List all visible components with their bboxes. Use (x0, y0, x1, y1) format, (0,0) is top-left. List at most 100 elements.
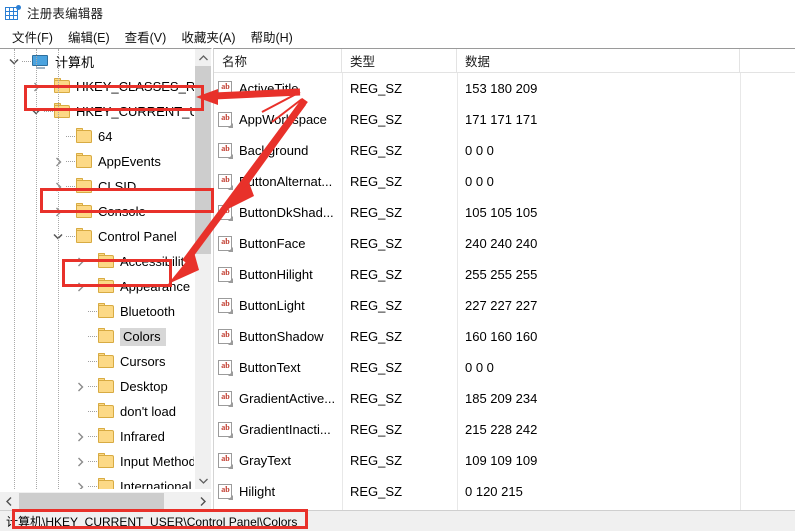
tree-scroll-thumb[interactable] (195, 66, 211, 254)
value-name-cell: ab ButtonHilight (214, 259, 342, 290)
registry-value-row[interactable]: ab ActiveTitle REG_SZ 153 180 209 (214, 73, 795, 104)
value-data: 0 0 0 (465, 143, 494, 158)
folder-icon (76, 177, 93, 194)
menu-help[interactable]: 帮助(H) (244, 25, 301, 48)
column-header-name[interactable]: 名称 (214, 49, 342, 73)
chevron-right-icon[interactable] (72, 274, 88, 299)
registry-value-row[interactable]: ab ButtonShadow REG_SZ 160 160 160 (214, 321, 795, 352)
tree-node-label: don't load (120, 404, 176, 419)
menu-file[interactable]: 文件(F) (6, 25, 62, 48)
value-name: ButtonAlternat... (239, 174, 333, 189)
value-type-cell: REG_SZ (342, 383, 457, 414)
value-name-cell: ab ButtonText (214, 352, 342, 383)
tree-vertical-scrollbar[interactable] (194, 49, 211, 489)
folder-icon (98, 402, 115, 419)
tree-node-desktop[interactable]: Desktop (0, 374, 195, 399)
registry-value-row[interactable]: ab GradientActive... REG_SZ 185 209 234 (214, 383, 795, 414)
tree-node-[interactable]: 计算机 (0, 49, 195, 74)
registry-value-row[interactable]: ab ButtonLight REG_SZ 227 227 227 (214, 290, 795, 321)
tree-horizontal-scrollbar[interactable] (0, 492, 211, 510)
value-name: AppWorkspace (239, 112, 327, 127)
column-header-type[interactable]: 类型 (342, 49, 457, 73)
tree-node-appevents[interactable]: AppEvents (0, 149, 195, 174)
tree-node-control-panel[interactable]: Control Panel (0, 224, 195, 249)
chevron-right-icon[interactable] (72, 474, 88, 489)
tree-connector (88, 249, 98, 274)
string-value-icon: ab (218, 111, 233, 128)
registry-value-row[interactable]: ab GradientInacti... REG_SZ 215 228 242 (214, 414, 795, 445)
string-value-icon: ab (218, 421, 233, 438)
chevron-right-icon[interactable] (72, 449, 88, 474)
tree-scroll-left-button[interactable] (0, 492, 18, 510)
registry-value-row[interactable]: ab ButtonDkShad... REG_SZ 105 105 105 (214, 197, 795, 228)
tree-node-hkey-current-user[interactable]: HKEY_CURRENT_USER (0, 99, 195, 124)
tree-connector (22, 49, 32, 74)
value-name: Background (239, 143, 309, 158)
column-header-data[interactable]: 数据 (457, 49, 740, 73)
menu-bar: 文件(F) 编辑(E) 查看(V) 收藏夹(A) 帮助(H) (0, 25, 795, 48)
folder-icon (98, 277, 115, 294)
value-name: ButtonDkShad... (239, 205, 334, 220)
registry-value-row[interactable]: ab ButtonFace REG_SZ 240 240 240 (214, 228, 795, 259)
value-data-cell: 0 0 0 (457, 352, 740, 383)
tree-node-label: 64 (98, 129, 113, 144)
value-name-cell: ab ButtonDkShad... (214, 197, 342, 228)
tree-connector (88, 299, 98, 324)
chevron-right-icon[interactable] (72, 424, 88, 449)
registry-value-row[interactable]: ab AppWorkspace REG_SZ 171 171 171 (214, 104, 795, 135)
registry-value-row[interactable]: ab ButtonHilight REG_SZ 255 255 255 (214, 259, 795, 290)
tree-node-input-method[interactable]: Input Method (0, 449, 195, 474)
tree-node-don-t-load[interactable]: don't load (0, 399, 195, 424)
value-type-cell: REG_SZ (342, 259, 457, 290)
tree-node-appearance[interactable]: Appearance (0, 274, 195, 299)
value-data: 255 255 255 (465, 267, 538, 282)
menu-favorites[interactable]: 收藏夹(A) (175, 25, 244, 48)
tree-node-console[interactable]: Console (0, 199, 195, 224)
chevron-right-icon[interactable] (72, 374, 88, 399)
registry-value-row[interactable]: ab ButtonAlternat... REG_SZ 0 0 0 (214, 166, 795, 197)
tree-scroll-down-button[interactable] (195, 472, 211, 489)
title-bar: 注册表编辑器 (0, 0, 795, 25)
registry-tree-panel: 计算机 HKEY_CLASSES_ROOT HKEY_CURRENT_USER 64 A… (0, 48, 212, 510)
string-value-icon: ab (218, 452, 233, 469)
registry-value-row[interactable]: ab GrayText REG_SZ 109 109 109 (214, 445, 795, 476)
tree-node-label: Infrared (120, 429, 165, 444)
tree-connector (88, 449, 98, 474)
tree-node-accessibility[interactable]: Accessibility (0, 249, 195, 274)
string-value-icon: ab (218, 297, 233, 314)
registry-value-row[interactable]: ab ButtonText REG_SZ 0 0 0 (214, 352, 795, 383)
registry-value-row[interactable]: ab Background REG_SZ 0 0 0 (214, 135, 795, 166)
tree-node-hkey-classes-root[interactable]: HKEY_CLASSES_ROOT (0, 74, 195, 99)
registry-value-row[interactable]: ab Hilight REG_SZ 0 120 215 (214, 476, 795, 507)
menu-edit[interactable]: 编辑(E) (62, 25, 119, 48)
tree-node-cursors[interactable]: Cursors (0, 349, 195, 374)
tree-connector (66, 124, 76, 149)
value-name: ButtonShadow (239, 329, 324, 344)
value-name-cell: ab AppWorkspace (214, 104, 342, 135)
tree-connector (66, 199, 76, 224)
tree-hscroll-thumb[interactable] (19, 493, 164, 509)
tree-node-64[interactable]: 64 (0, 124, 195, 149)
tree-node-label: International (120, 479, 192, 489)
string-value-icon: ab (218, 328, 233, 345)
value-type: REG_SZ (350, 143, 403, 158)
value-data: 171 171 171 (465, 112, 538, 127)
value-data-cell: 160 160 160 (457, 321, 740, 352)
tree-scroll-right-button[interactable] (194, 492, 211, 510)
tree-node-bluetooth[interactable]: Bluetooth (0, 299, 195, 324)
menu-view[interactable]: 查看(V) (119, 25, 176, 48)
tree-node-infrared[interactable]: Infrared (0, 424, 195, 449)
status-bar: 计算机\HKEY_CURRENT_USER\Control Panel\Colo… (0, 510, 795, 531)
value-name-cell: ab Hilight (214, 476, 342, 507)
tree-node-colors[interactable]: Colors (0, 324, 195, 349)
tree-node-label: Colors (120, 327, 166, 346)
value-name-cell: ab ButtonAlternat... (214, 166, 342, 197)
value-data: 240 240 240 (465, 236, 538, 251)
tree-node-clsid[interactable]: CLSID (0, 174, 195, 199)
value-data-cell: 0 0 0 (457, 135, 740, 166)
tree-scroll-up-button[interactable] (195, 49, 211, 66)
tree-connector (88, 424, 98, 449)
tree-node-label: HKEY_CURRENT_USER (76, 104, 195, 119)
chevron-right-icon[interactable] (72, 249, 88, 274)
tree-node-international[interactable]: International (0, 474, 195, 489)
